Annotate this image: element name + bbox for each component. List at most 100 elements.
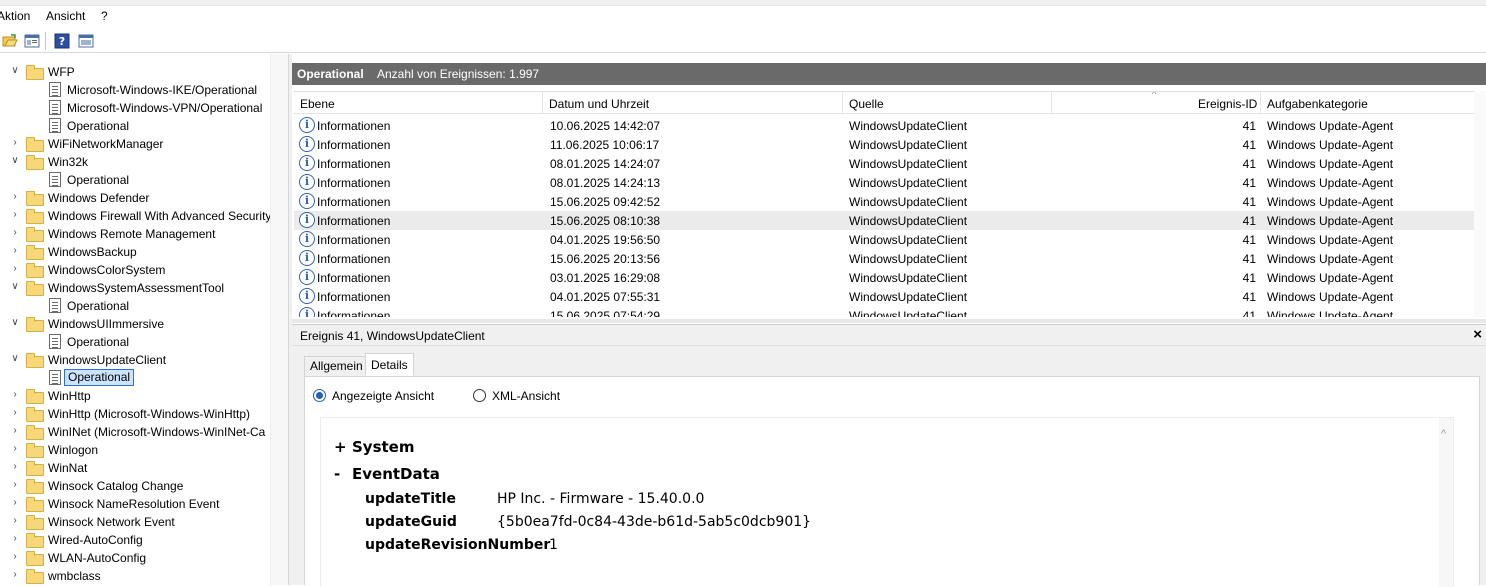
event-category: Windows Update-Agent [1267,214,1394,228]
menu-aktion[interactable]: Aktion [0,9,30,23]
tree-folder-item[interactable]: ∨ WindowsUpdateClient [0,351,270,369]
tree-folder-item[interactable]: › Windows Firewall With Advanced Security [0,207,270,225]
chevron-down-icon[interactable]: ∨ [10,353,20,365]
tree-log-item[interactable]: Operational [0,297,270,315]
event-id: 41 [1242,252,1256,266]
menu-ansicht[interactable]: Ansicht [46,9,85,23]
detail-splitter[interactable] [292,319,1486,323]
information-icon: i [299,231,315,247]
menu-help[interactable]: ? [101,9,108,23]
chevron-right-icon[interactable]: › [10,407,20,419]
chevron-right-icon[interactable]: › [10,191,20,203]
xml-scrollbar[interactable]: ^ [1439,418,1453,587]
event-id: 41 [1242,290,1256,304]
column-divider[interactable] [1260,92,1261,114]
tree-folder-item[interactable]: ∨ Win32k [0,153,270,171]
tree-log-item[interactable]: Microsoft-Windows-VPN/Operational [0,99,270,117]
tree-folder-item[interactable]: › Windows Remote Management [0,225,270,243]
chevron-right-icon[interactable]: › [10,209,20,221]
tree-folder-item[interactable]: › Windows Defender [0,189,270,207]
tree-log-item[interactable]: Operational [0,171,270,189]
chevron-right-icon[interactable]: › [10,551,20,563]
column-header-level[interactable]: Ebene [300,97,335,111]
close-icon[interactable]: × [1473,326,1482,343]
expand-toggle[interactable]: + [334,438,347,456]
event-row[interactable]: i Informationen 10.06.2025 14:42:07 Windows… [294,116,1474,135]
help-icon[interactable]: ? [52,31,72,51]
tree-folder-item[interactable]: › WLAN-AutoConfig [0,549,270,567]
column-divider[interactable] [542,92,543,114]
event-row[interactable]: i Informationen 04.01.2025 19:56:50 Windows… [294,230,1474,249]
folder-icon [26,65,44,80]
scroll-up-icon[interactable]: ^ [1441,428,1446,440]
tree-folder-item[interactable]: › WinHttp [0,387,270,405]
event-row[interactable]: i Informationen 08.01.2025 14:24:13 Windows… [294,173,1474,192]
chevron-down-icon[interactable]: ∨ [10,65,20,77]
tree-folder-item[interactable]: › WindowsColorSystem [0,261,270,279]
column-divider[interactable] [1051,92,1052,114]
tree-folder-item[interactable]: ∨ WindowsUIImmersive [0,315,270,333]
tab-details[interactable]: Details [365,353,414,376]
column-header-date[interactable]: Datum und Uhrzeit [549,97,649,111]
chevron-right-icon[interactable]: › [10,569,20,581]
tree-log-item[interactable]: Operational [0,369,270,387]
chevron-right-icon[interactable]: › [10,137,20,149]
event-row[interactable]: i Informationen 15.06.2025 08:10:38 Windows… [294,211,1474,230]
tree-folder-item[interactable]: › WiFiNetworkManager [0,135,270,153]
event-date: 04.01.2025 07:55:31 [550,290,661,304]
tree-folder-item[interactable]: › WinNat [0,459,270,477]
chevron-right-icon[interactable]: › [10,533,20,545]
event-date: 15.06.2025 09:42:52 [550,195,661,209]
tree-folder-item[interactable]: › Winsock Catalog Change [0,477,270,495]
chevron-down-icon[interactable]: ∨ [10,317,20,329]
event-row[interactable]: i Informationen 15.06.2025 09:42:52 Windows… [294,192,1474,211]
tree-folder-item[interactable]: ∨ WindowsSystemAssessmentTool [0,279,270,297]
list-scrollbar[interactable] [1474,91,1486,317]
chevron-right-icon[interactable]: › [10,425,20,437]
chevron-down-icon[interactable]: ∨ [10,155,20,167]
chevron-right-icon[interactable]: › [10,227,20,239]
event-row[interactable]: i Informationen 11.06.2025 10:06:17 Windows… [294,135,1474,154]
log-icon [49,172,61,187]
column-divider[interactable] [842,92,843,114]
event-row[interactable]: i Informationen 15.06.2025 07:54:29 Windows… [294,306,1474,317]
chevron-right-icon[interactable]: › [10,479,20,491]
tree-folder-item[interactable]: › Wired-AutoConfig [0,531,270,549]
tree-folder-item[interactable]: › Winsock Network Event [0,513,270,531]
tab-allgemein[interactable]: Allgemein [304,356,369,376]
tree-scrollbar[interactable] [270,54,288,585]
chevron-right-icon[interactable]: › [10,515,20,527]
event-row[interactable]: i Informationen 15.06.2025 20:13:56 Windows… [294,249,1474,268]
event-row[interactable]: i Informationen 03.01.2025 16:29:08 Windows… [294,268,1474,287]
chevron-right-icon[interactable]: › [10,497,20,509]
tree-log-item[interactable]: Operational [0,117,270,135]
chevron-right-icon[interactable]: › [10,443,20,455]
tree-folder-item[interactable]: › wmbclass [0,567,270,585]
panel-layout-icon[interactable] [76,31,96,51]
tree-folder-item[interactable]: › WinHttp (Microsoft-Windows-WinHttp) [0,405,270,423]
column-header-category[interactable]: Aufgabenkategorie [1267,97,1368,111]
panel-toggle-icon[interactable] [22,31,42,51]
tree-folder-item[interactable]: › WindowsBackup [0,243,270,261]
tree-folder-item[interactable]: › Winlogon [0,441,270,459]
tree-item-label: Wired-AutoConfig [48,533,143,547]
folder-icon [26,317,44,332]
chevron-right-icon[interactable]: › [10,245,20,257]
chevron-right-icon[interactable]: › [10,389,20,401]
tree-folder-item[interactable]: › WinINet (Microsoft-Windows-WinINet-Ca [0,423,270,441]
chevron-right-icon[interactable]: › [10,461,20,473]
event-category: Windows Update-Agent [1267,233,1394,247]
event-row[interactable]: i Informationen 08.01.2025 14:24:07 Windows… [294,154,1474,173]
tree-folder-item[interactable]: › Winsock NameResolution Event [0,495,270,513]
tree-log-item[interactable]: Microsoft-Windows-IKE/Operational [0,81,270,99]
chevron-right-icon[interactable]: › [10,263,20,275]
chevron-down-icon[interactable]: ∨ [10,281,20,293]
collapse-toggle[interactable]: - [334,465,340,483]
column-header-event-id[interactable]: Ereignis-ID [1198,97,1257,111]
event-row[interactable]: i Informationen 04.01.2025 07:55:31 Windows… [294,287,1474,306]
tree-log-item[interactable]: Operational [0,333,270,351]
tree-item-label: WFP [48,65,75,79]
column-header-source[interactable]: Quelle [849,97,884,111]
tree-folder-item[interactable]: ∨ WFP [0,63,270,81]
folder-open-icon[interactable] [0,31,20,51]
